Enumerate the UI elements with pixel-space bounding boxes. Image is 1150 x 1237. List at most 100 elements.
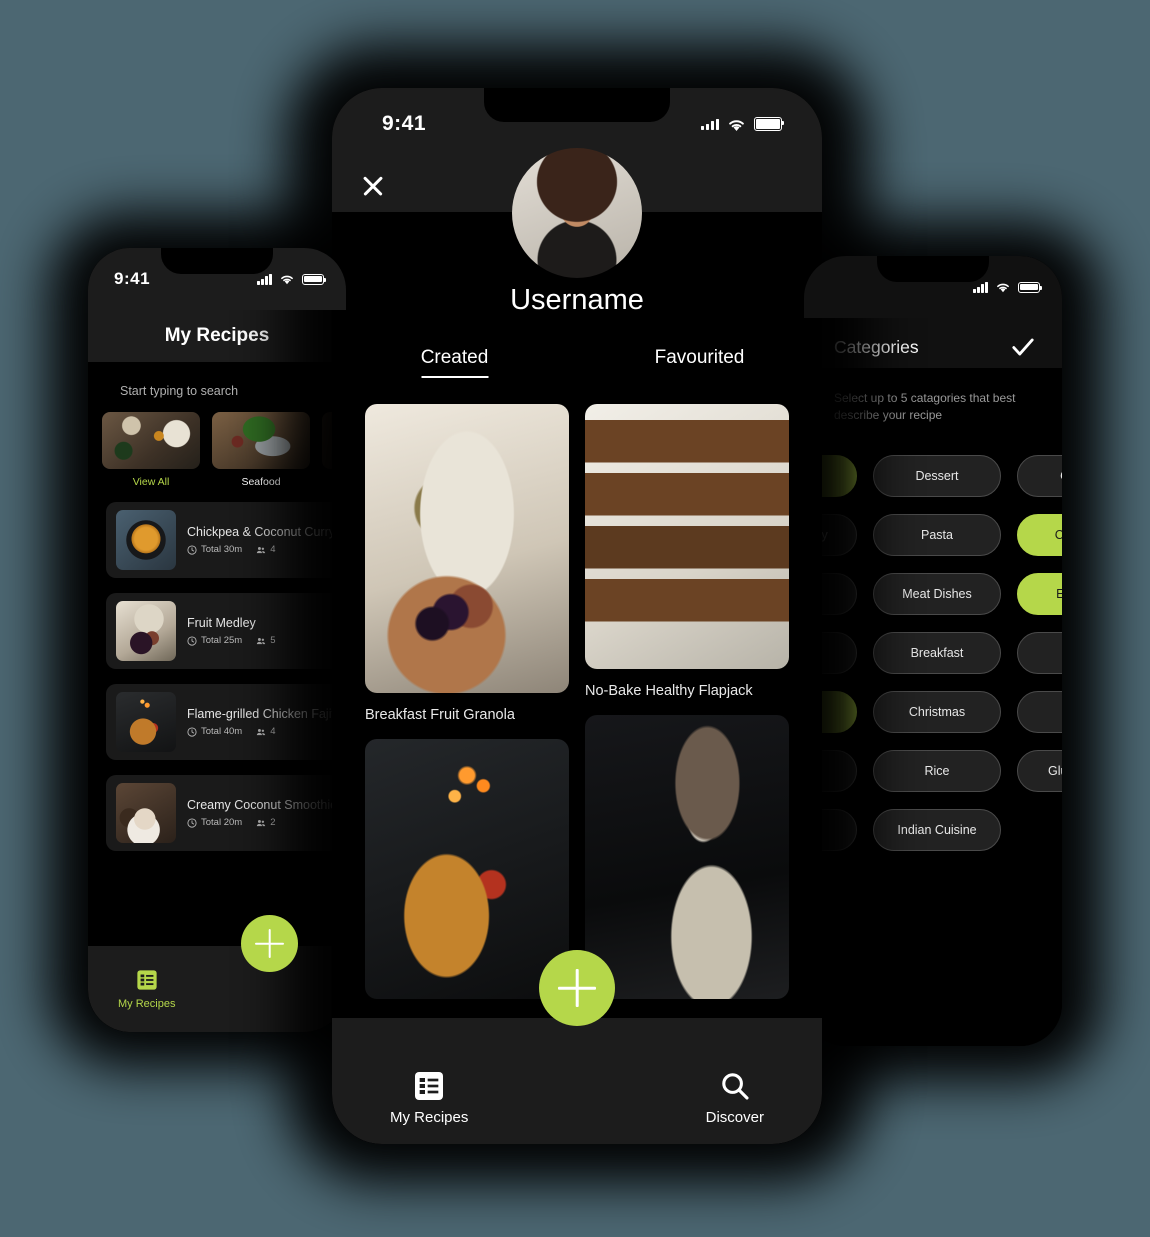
- list-icon: [415, 1072, 444, 1100]
- nav-item-my-recipes[interactable]: My Recipes: [390, 1070, 468, 1126]
- recipe-servings: 4: [256, 544, 275, 555]
- recipe-servings: 4: [256, 726, 275, 737]
- chip-indian-cuisine[interactable]: Indian Cuisine: [873, 808, 1001, 851]
- center-phone-screen: 9:41 Username Created Favourited Breakfa…: [332, 88, 822, 1144]
- recipe-title: No-Bake Healthy Flapjack: [585, 683, 753, 699]
- grid-item[interactable]: Breakfast Fruit Granola: [365, 404, 569, 723]
- recipe-image: [365, 739, 569, 999]
- chip-label: Curry: [1054, 527, 1062, 542]
- chip-christmas[interactable]: Christmas: [873, 690, 1001, 733]
- chip-lunch[interactable]: Lunch: [1017, 631, 1062, 674]
- recipe-time-label: Total 20m: [201, 817, 243, 828]
- add-recipe-fab[interactable]: [241, 915, 298, 972]
- recipe-time-label: Total 25m: [201, 635, 243, 646]
- category-thumb-label: View All: [132, 476, 170, 488]
- chip-breakfast[interactable]: Breakfast: [873, 631, 1001, 674]
- chip-pasta[interactable]: Pasta: [873, 513, 1001, 556]
- recipe-time: Total 30m: [187, 544, 242, 555]
- grid-item[interactable]: No-Bake Healthy Flapjack: [585, 404, 789, 723]
- right-phone-notch: [877, 256, 989, 282]
- category-thumb-view-all[interactable]: View All: [102, 412, 200, 488]
- recipe-servings-label: 2: [270, 817, 276, 828]
- recipe-servings-label: 5: [270, 635, 276, 646]
- chip-curry[interactable]: Curry: [1017, 513, 1062, 556]
- recipe-time: Total 40m: [187, 726, 242, 737]
- profile-tabs: Created Favourited: [332, 347, 822, 378]
- recipe-image: [585, 404, 789, 669]
- recipe-thumbnail: [116, 783, 176, 843]
- recipe-time: Total 25m: [187, 635, 242, 646]
- chip-label: Cuisine: [1060, 469, 1062, 483]
- tab-label: Favourited: [654, 347, 745, 368]
- recipe-servings: 5: [256, 635, 275, 646]
- recipe-image: [585, 715, 789, 999]
- center-status-time: 9:41: [382, 112, 427, 135]
- nav-item-discover[interactable]: Discover: [706, 1070, 764, 1126]
- battery-icon: [754, 117, 785, 131]
- chip-label: Christmas: [908, 704, 966, 719]
- nav-label: My Recipes: [118, 997, 176, 1010]
- recipe-time-label: Total 40m: [201, 726, 243, 737]
- battery-icon: [1018, 281, 1043, 293]
- recipe-time-label: Total 30m: [201, 544, 243, 555]
- plus-icon: [558, 969, 596, 1007]
- clock-icon: [187, 726, 197, 737]
- tab-favourited[interactable]: Favourited: [577, 347, 822, 378]
- nav-item-my-recipes[interactable]: My Recipes: [118, 969, 175, 1010]
- recipe-time: Total 20m: [187, 817, 242, 828]
- grid-item[interactable]: [365, 739, 569, 1013]
- avatar[interactable]: [512, 148, 642, 278]
- chip-gluten-free[interactable]: Gluten Free: [1017, 749, 1062, 792]
- recipe-info: Fruit Medley Total 25m 5: [187, 616, 275, 646]
- right-status-icons: [973, 281, 1043, 293]
- recipe-grid: Breakfast Fruit Granola No-Bake Healthy …: [332, 378, 822, 1013]
- people-icon: [257, 819, 266, 826]
- people-icon: [257, 546, 266, 553]
- chip-dessert[interactable]: Dessert: [873, 454, 1001, 497]
- battery-icon: [302, 273, 327, 285]
- recipe-title: Fruit Medley: [187, 616, 256, 630]
- list-icon: [137, 969, 157, 990]
- signal-icon: [973, 281, 988, 293]
- nav-label: Discover: [705, 1109, 764, 1126]
- page-title: My Recipes: [164, 325, 270, 346]
- tab-created[interactable]: Created: [332, 347, 577, 378]
- wifi-icon: [729, 119, 744, 131]
- chip-label: Pasta: [921, 527, 953, 542]
- chip-cuisine[interactable]: Cuisine: [1017, 454, 1062, 497]
- left-status-icons: [257, 273, 327, 285]
- tab-label: Created: [420, 347, 489, 368]
- recipe-meta: Total 25m 5: [187, 635, 275, 646]
- recipe-thumbnail: [116, 692, 176, 752]
- check-icon[interactable]: [1010, 334, 1036, 360]
- chip-label: Meat Dishes: [902, 586, 972, 601]
- left-phone-notch: [161, 248, 273, 274]
- left-status-time: 9:41: [114, 269, 151, 288]
- add-recipe-fab[interactable]: [539, 950, 615, 1026]
- clock-icon: [187, 817, 197, 828]
- center-phone: 9:41 Username Created Favourited Breakfa…: [332, 88, 822, 1144]
- chip-label: Easy: [1056, 586, 1062, 601]
- recipe-image: [365, 404, 569, 693]
- signal-icon: [257, 273, 272, 285]
- grid-item[interactable]: [585, 715, 789, 1013]
- search-icon: [722, 1073, 749, 1100]
- wifi-icon: [281, 275, 293, 285]
- chip-easy[interactable]: Easy: [1017, 572, 1062, 615]
- chip-rice[interactable]: Rice: [873, 749, 1001, 792]
- chip-label: Breakfast: [910, 645, 964, 660]
- chip-label: Gluten Free: [1047, 763, 1062, 778]
- center-phone-notch: [484, 88, 670, 122]
- close-icon[interactable]: [360, 173, 386, 199]
- chip-meat-dishes[interactable]: Meat Dishes: [873, 572, 1001, 615]
- recipe-servings-label: 4: [270, 544, 276, 555]
- people-icon: [257, 728, 266, 735]
- profile-username: Username: [510, 284, 644, 316]
- wifi-icon: [997, 283, 1009, 293]
- category-thumb-image: [102, 412, 200, 469]
- center-bottom-nav: My Recipes Discover: [332, 1018, 822, 1144]
- chip-drinks[interactable]: Drinks: [1017, 690, 1062, 733]
- chip-label: Dessert: [915, 468, 959, 483]
- recipe-title: Breakfast Fruit Granola: [365, 707, 515, 723]
- people-icon: [257, 637, 266, 644]
